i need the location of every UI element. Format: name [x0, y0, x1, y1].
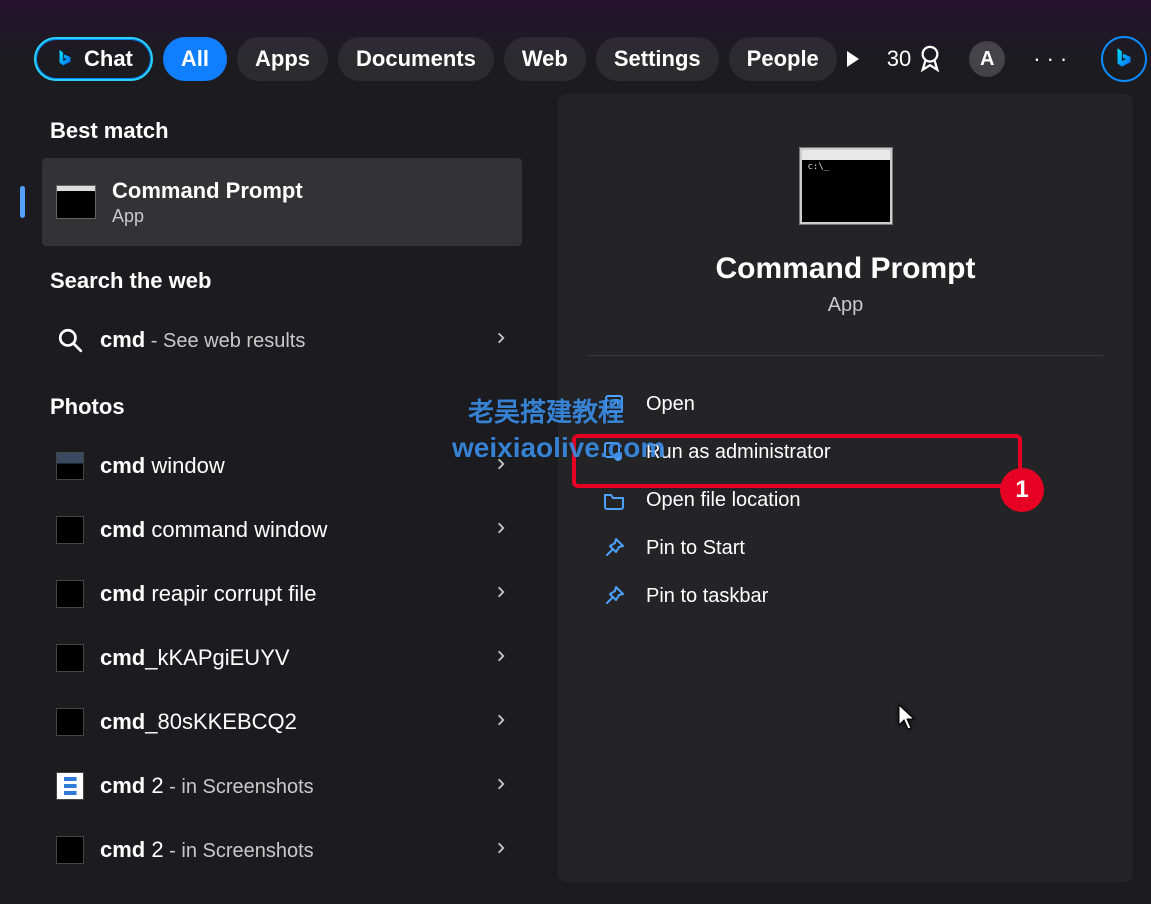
detail-app-icon: [800, 148, 892, 224]
photo-result-row[interactable]: cmd reapir corrupt file: [42, 562, 522, 626]
tab-people[interactable]: People: [729, 37, 837, 81]
search-web-heading: Search the web: [50, 268, 534, 294]
chevron-right-icon: [494, 521, 508, 540]
tab-all[interactable]: All: [163, 37, 227, 81]
detail-sub: App: [588, 294, 1103, 317]
photo-result-text: cmd reapir corrupt file: [100, 581, 316, 607]
action-pin-taskbar[interactable]: Pin to taskbar: [588, 572, 1103, 620]
pin-icon: [602, 536, 626, 560]
photo-result-row[interactable]: cmd 2 - in Screenshots: [42, 754, 522, 818]
photo-thumb-icon: [56, 516, 84, 544]
bing-icon[interactable]: [1101, 36, 1147, 82]
photo-result-text: cmd 2 - in Screenshots: [100, 773, 314, 799]
play-icon[interactable]: [847, 51, 859, 67]
photo-thumb-icon: [56, 580, 84, 608]
best-match-heading: Best match: [50, 118, 534, 144]
web-search-row[interactable]: cmd - See web results: [42, 308, 522, 372]
more-menu-icon[interactable]: ···: [1033, 46, 1073, 72]
photo-thumb-icon: [56, 708, 84, 736]
tab-documents[interactable]: Documents: [338, 37, 494, 81]
avatar-letter: A: [980, 48, 994, 71]
photo-result-text: cmd_80sKKEBCQ2: [100, 709, 297, 735]
tab-apps[interactable]: Apps: [237, 37, 328, 81]
tab-chat[interactable]: Chat: [34, 37, 153, 81]
open-icon: [602, 392, 626, 416]
main-area: Best match Command Prompt App Search the…: [0, 90, 1151, 882]
command-prompt-icon: [56, 185, 96, 219]
chevron-right-icon: [494, 841, 508, 860]
web-search-text: cmd - See web results: [100, 327, 305, 353]
photo-result-text: cmd window: [100, 453, 225, 479]
chevron-right-icon: [494, 649, 508, 668]
chevron-right-icon: [494, 585, 508, 604]
search-icon: [56, 326, 84, 354]
chevron-right-icon: [494, 331, 508, 350]
rewards-counter[interactable]: 30: [887, 45, 941, 73]
chevron-right-icon: [494, 457, 508, 476]
bing-chat-icon: [54, 48, 76, 70]
chevron-right-icon: [494, 713, 508, 732]
detail-panel: Command Prompt App Open Run as administr…: [558, 94, 1133, 882]
left-results: Best match Command Prompt App Search the…: [18, 90, 534, 882]
topbar-right: 30 A ···: [847, 36, 1147, 82]
photo-result-row[interactable]: cmd_kKAPgiEUYV: [42, 626, 522, 690]
photo-thumb-icon: [56, 452, 84, 480]
user-avatar[interactable]: A: [969, 41, 1005, 77]
top-tabs: Chat All Apps Documents Web Settings Peo…: [0, 0, 1151, 90]
photo-result-row[interactable]: cmd command window: [42, 498, 522, 562]
rewards-count: 30: [887, 46, 911, 72]
photos-heading: Photos: [50, 394, 534, 420]
photo-thumb-icon: [56, 772, 84, 800]
shield-admin-icon: [602, 440, 626, 464]
photo-result-row[interactable]: cmd window: [42, 434, 522, 498]
action-open[interactable]: Open: [588, 380, 1103, 428]
photo-result-text: cmd command window: [100, 517, 327, 543]
mouse-cursor: [898, 704, 918, 730]
tab-web[interactable]: Web: [504, 37, 586, 81]
chevron-right-icon: [494, 777, 508, 796]
detail-title: Command Prompt: [588, 252, 1103, 286]
folder-icon: [602, 488, 626, 512]
medal-icon: [919, 45, 941, 73]
divider: [588, 355, 1103, 356]
best-match-item[interactable]: Command Prompt App: [42, 158, 522, 246]
search-window: Chat All Apps Documents Web Settings Peo…: [0, 0, 1151, 904]
photo-thumb-icon: [56, 644, 84, 672]
photo-result-text: cmd_kKAPgiEUYV: [100, 645, 290, 671]
best-match-title: Command Prompt: [112, 178, 303, 204]
pin-icon: [602, 584, 626, 608]
annotation-badge: 1: [1000, 468, 1044, 512]
photo-result-row[interactable]: cmd 2 - in Screenshots: [42, 818, 522, 882]
photo-result-text: cmd 2 - in Screenshots: [100, 837, 314, 863]
best-match-sub: App: [112, 206, 303, 227]
action-pin-start[interactable]: Pin to Start: [588, 524, 1103, 572]
photo-thumb-icon: [56, 836, 84, 864]
tab-chat-label: Chat: [84, 46, 133, 72]
tab-settings[interactable]: Settings: [596, 37, 719, 81]
photo-result-row[interactable]: cmd_80sKKEBCQ2: [42, 690, 522, 754]
